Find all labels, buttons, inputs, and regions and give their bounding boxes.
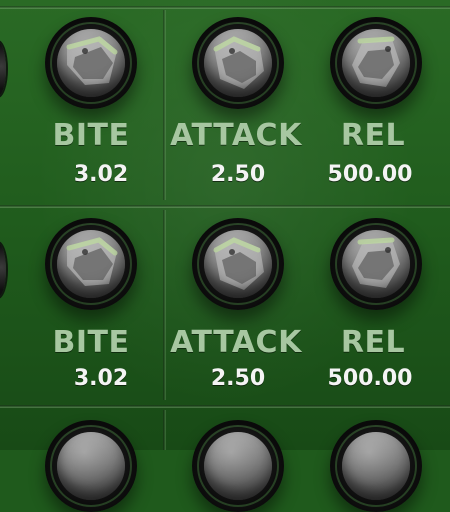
knob-icon — [57, 230, 125, 298]
attack-knob[interactable] — [192, 17, 284, 109]
knob-icon — [57, 29, 125, 97]
bite-value: 3.02 — [73, 366, 129, 391]
bottom-divider — [0, 405, 450, 408]
bite-knob[interactable] — [45, 420, 137, 512]
top-divider — [0, 6, 450, 9]
knob-icon — [204, 230, 272, 298]
offscreen-knob-icon — [0, 42, 6, 96]
release-knob[interactable] — [330, 420, 422, 512]
row-divider — [0, 205, 450, 208]
bite-label: BITE — [52, 325, 130, 360]
attack-label: ATTACK — [170, 325, 302, 360]
attack-label: ATTACK — [170, 118, 302, 153]
release-label: REL — [340, 325, 406, 360]
attack-knob[interactable] — [192, 218, 284, 310]
column-divider — [163, 410, 166, 450]
release-label: REL — [340, 118, 406, 153]
release-value: 500.00 — [327, 366, 413, 391]
release-knob[interactable] — [330, 218, 422, 310]
knob-icon — [342, 432, 410, 500]
knob-icon — [342, 29, 410, 97]
knob-icon — [204, 432, 272, 500]
bite-knob[interactable] — [45, 218, 137, 310]
offscreen-knob-icon — [0, 243, 6, 297]
bite-value: 3.02 — [73, 162, 129, 187]
bite-knob[interactable] — [45, 17, 137, 109]
knob-icon — [204, 29, 272, 97]
knob-icon — [57, 432, 125, 500]
attack-value: 2.50 — [210, 162, 266, 187]
release-value: 500.00 — [327, 162, 413, 187]
attack-knob[interactable] — [192, 420, 284, 512]
release-knob[interactable] — [330, 17, 422, 109]
bite-label: BITE — [52, 118, 130, 153]
plugin-panel: BITE ATTACK REL 3.02 2.50 500.00 BITE AT… — [0, 0, 450, 512]
knob-icon — [342, 230, 410, 298]
attack-value: 2.50 — [210, 366, 266, 391]
